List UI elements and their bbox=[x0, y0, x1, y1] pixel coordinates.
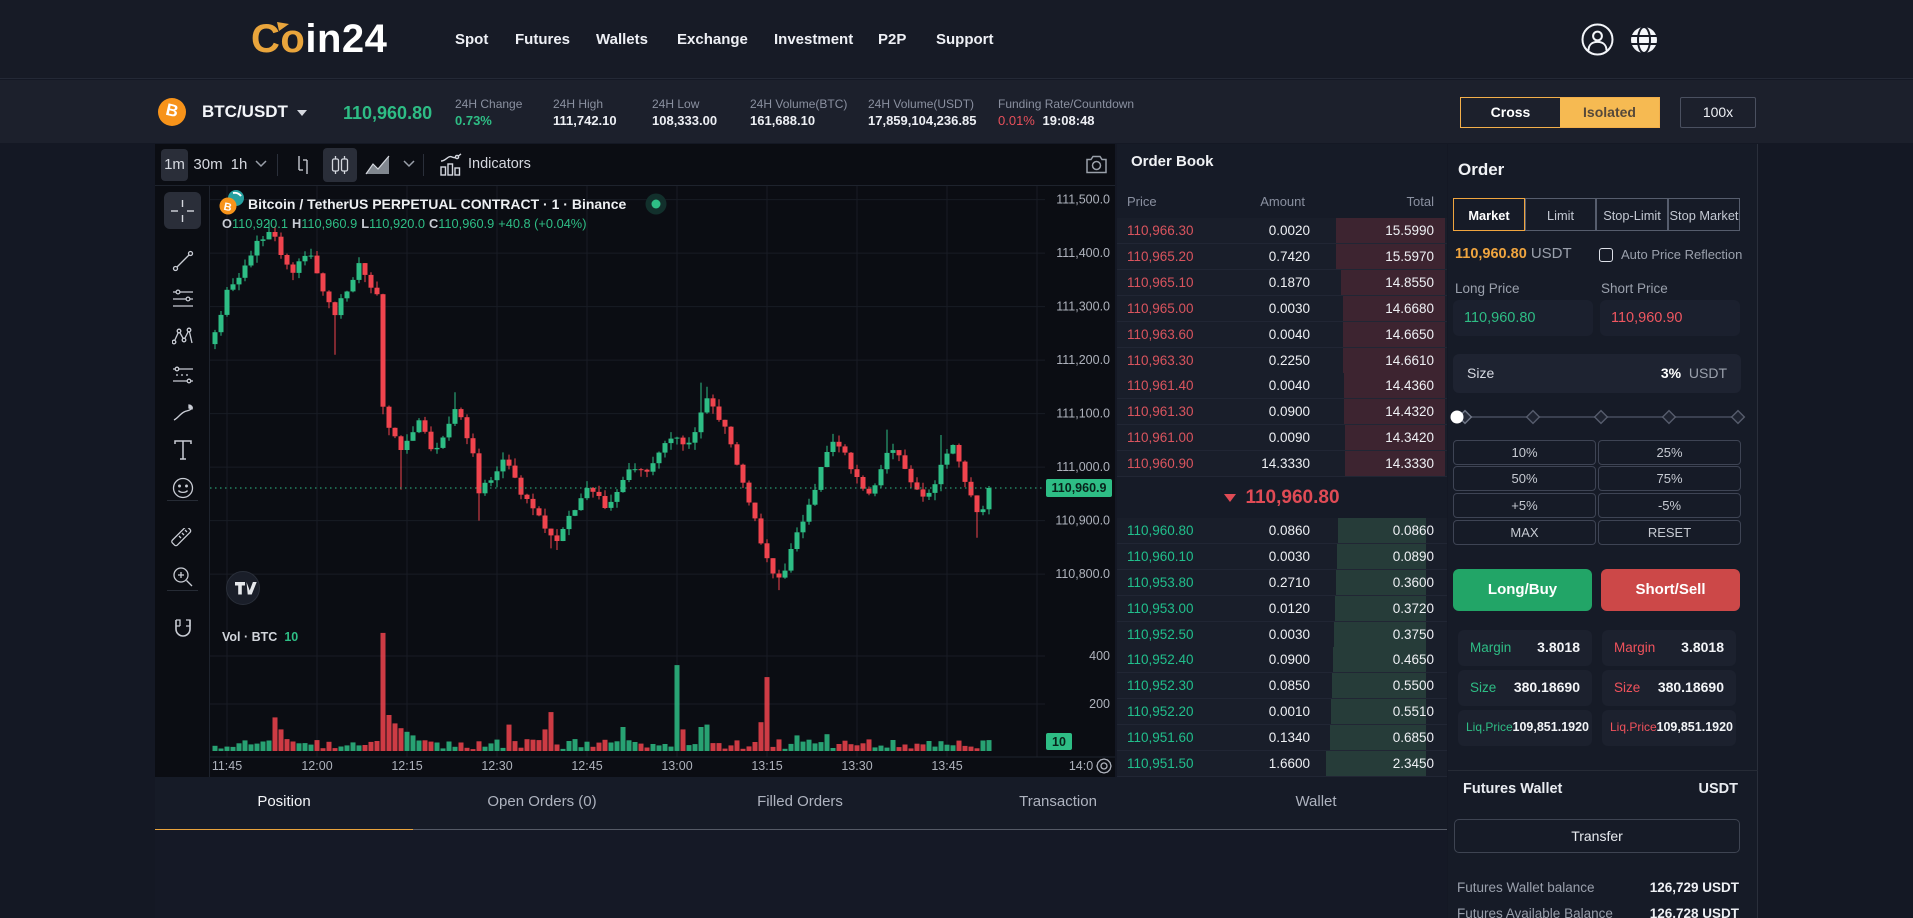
svg-text:13:15: 13:15 bbox=[751, 759, 782, 773]
svg-text:12:45: 12:45 bbox=[571, 759, 602, 773]
svg-text:111,100.0: 111,100.0 bbox=[1056, 407, 1110, 421]
svg-text:400: 400 bbox=[1089, 649, 1110, 663]
svg-text:13:00: 13:00 bbox=[661, 759, 692, 773]
svg-text:12:30: 12:30 bbox=[481, 759, 512, 773]
svg-text:110,900.0: 110,900.0 bbox=[1055, 514, 1110, 528]
svg-text:O110,920.1H110,960.9L110,920.0: O110,920.1H110,960.9L110,920.0C110,960.9… bbox=[222, 216, 586, 231]
svg-text:111,500.0: 111,500.0 bbox=[1056, 193, 1110, 207]
svg-text:13:45: 13:45 bbox=[931, 759, 962, 773]
svg-text:Vol · BTC10: Vol · BTC10 bbox=[222, 630, 298, 644]
svg-text:Bitcoin / TetherUS PERPETUAL C: Bitcoin / TetherUS PERPETUAL CONTRACT · … bbox=[248, 196, 627, 212]
svg-text:200: 200 bbox=[1089, 697, 1110, 711]
svg-text:111,300.0: 111,300.0 bbox=[1056, 300, 1110, 314]
svg-text:12:00: 12:00 bbox=[301, 759, 332, 773]
svg-text:13:30: 13:30 bbox=[841, 759, 872, 773]
svg-text:12:15: 12:15 bbox=[391, 759, 422, 773]
svg-text:14:0: 14:0 bbox=[1069, 759, 1093, 773]
svg-text:111,200.0: 111,200.0 bbox=[1056, 353, 1110, 367]
svg-text:110,800.0: 110,800.0 bbox=[1055, 567, 1110, 581]
svg-text:11:45: 11:45 bbox=[212, 759, 242, 773]
svg-text:10: 10 bbox=[1052, 735, 1066, 749]
svg-text:111,000.0: 111,000.0 bbox=[1056, 460, 1110, 474]
svg-text:111,400.0: 111,400.0 bbox=[1056, 246, 1110, 260]
svg-text:110,960.9: 110,960.9 bbox=[1052, 481, 1107, 495]
